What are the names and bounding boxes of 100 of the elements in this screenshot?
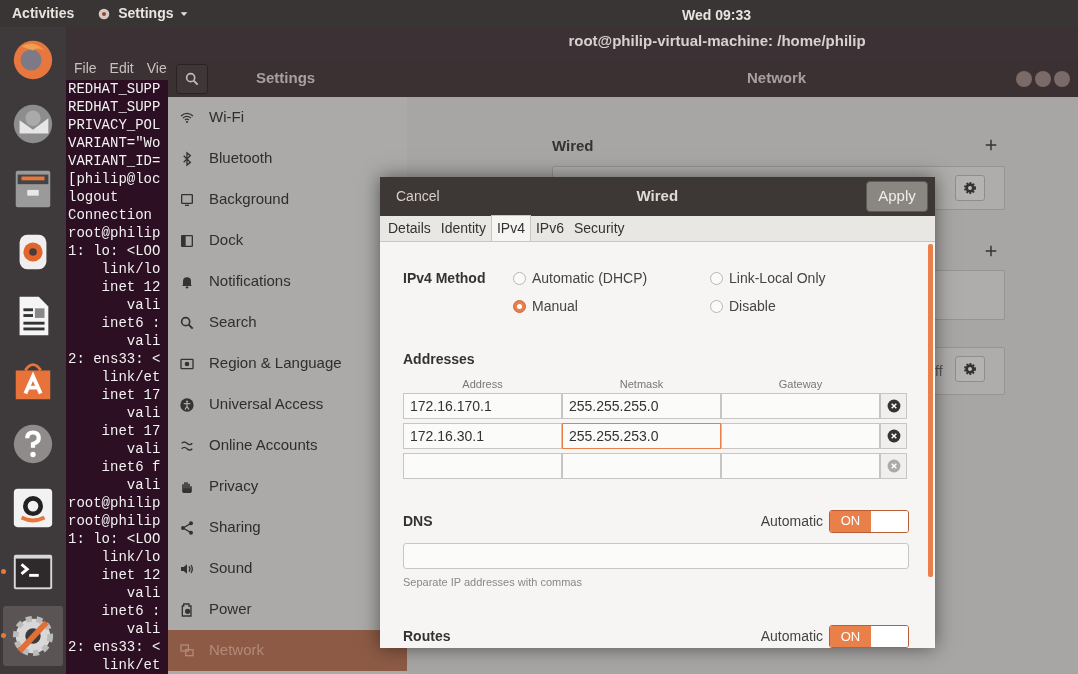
remove-button[interactable] <box>880 422 907 449</box>
input-field[interactable]: 255.255.255.0 <box>562 392 721 419</box>
sidebar-item[interactable]: Notifications <box>168 261 378 302</box>
field-label: IPv4 Method <box>403 269 487 288</box>
close-button[interactable] <box>1054 70 1070 87</box>
input-field[interactable]: 255.255.253.0 <box>562 422 721 449</box>
terminal-line: [philip@loc <box>68 170 161 188</box>
terminal-line: PRIVACY_POL <box>68 116 161 134</box>
terminal-line: vali <box>125 404 161 422</box>
input-field[interactable]: 172.16.30.1 <box>403 422 562 449</box>
close-icon <box>886 428 901 443</box>
terminal-line: inet 17 <box>100 386 161 404</box>
dialog-title: Wired <box>635 186 680 207</box>
minimize-button[interactable] <box>1016 70 1032 87</box>
tab[interactable]: IPv4 <box>490 215 531 241</box>
input-field[interactable]: 172.16.170.1 <box>403 392 562 419</box>
cancel-button[interactable]: Cancel <box>387 181 449 212</box>
settings-button[interactable] <box>955 356 985 382</box>
terminal-line: Connection <box>68 206 152 224</box>
column-header: Netmask <box>618 377 665 392</box>
tab[interactable]: Identity <box>435 215 491 241</box>
search-button[interactable] <box>176 63 208 94</box>
search-icon <box>184 70 200 87</box>
network-icon <box>179 642 195 659</box>
sidebar-item[interactable]: Background <box>168 179 378 220</box>
dock-item[interactable] <box>3 606 63 666</box>
share-icon <box>179 519 195 536</box>
terminal-line: link/lo <box>100 260 161 278</box>
maximize-button[interactable] <box>1035 70 1051 87</box>
sidebar-item[interactable]: Region & Language <box>168 343 378 384</box>
sidebar-item[interactable]: Bluetooth <box>168 138 378 179</box>
terminal-line: REDHAT_SUPP <box>68 80 161 98</box>
sidebar-item[interactable]: Sharing <box>168 507 378 548</box>
terminal-line: link/et <box>100 656 161 674</box>
terminal-line: inet6 : <box>100 314 161 332</box>
terminal-line: 1: lo: <LOO <box>68 242 161 260</box>
input-field[interactable] <box>721 422 880 449</box>
terminal-line: vali <box>125 620 161 638</box>
sidebar-item[interactable]: Search <box>168 302 378 343</box>
input-field[interactable] <box>403 542 909 569</box>
menu-item[interactable]: Edit <box>109 57 134 79</box>
remove-button[interactable] <box>880 392 907 419</box>
terminal-line: REDHAT_SUPP <box>68 98 161 116</box>
clock[interactable]: Wed 09:33 <box>682 5 751 26</box>
column-header: Address <box>461 377 504 392</box>
menu-item[interactable]: Vie <box>146 57 167 79</box>
sidebar-item[interactable]: Dock <box>168 220 378 261</box>
panel-title: Network <box>747 68 807 89</box>
terminal-line: inet 12 <box>100 566 161 584</box>
sidebar-item[interactable]: Wi-Fi <box>168 97 378 138</box>
sidebar-title: Settings <box>256 68 316 89</box>
terminal-line: link/et <box>100 368 161 386</box>
tab[interactable]: Details <box>383 215 436 241</box>
sidebar-item[interactable]: Online Accounts <box>168 425 378 466</box>
section-title: Wired <box>552 136 594 156</box>
window-title: root@philip-virtual-machine: /home/philip <box>568 31 866 52</box>
dock-icon <box>179 232 195 249</box>
terminal-line: VARIANT_ID= <box>68 152 161 170</box>
terminal-line: inet6 : <box>100 602 161 620</box>
hint-text: Separate IP addresses with commas <box>403 574 583 590</box>
input-field[interactable] <box>721 392 880 419</box>
tab[interactable]: Security <box>568 215 630 241</box>
terminal-line: vali <box>125 296 161 314</box>
search-icon <box>179 314 195 331</box>
radio-button[interactable] <box>710 272 723 285</box>
radio-option[interactable]: Link-Local Only <box>710 268 910 289</box>
terminal-line: logout <box>68 188 119 206</box>
add-icon <box>984 138 998 152</box>
app-menu[interactable]: Settings <box>96 3 190 24</box>
settings-icon <box>10 613 56 659</box>
terminal-line: inet 12 <box>100 278 161 296</box>
sidebar-item[interactable]: Power <box>168 589 378 630</box>
tab[interactable]: IPv6 <box>530 215 569 241</box>
terminal-line: vali <box>125 440 161 458</box>
sidebar-item[interactable]: Sound <box>168 548 378 589</box>
terminal-line: vali <box>125 332 161 350</box>
activities-button[interactable]: Activities <box>12 3 75 24</box>
field-label: Automatic <box>760 627 823 646</box>
column-header: Gateway <box>777 377 824 392</box>
terminal-line: vali <box>125 584 161 602</box>
section-title: DNS <box>403 511 433 531</box>
radio-button[interactable] <box>513 300 526 313</box>
settings-button[interactable] <box>955 175 985 201</box>
scrollbar[interactable] <box>928 244 933 577</box>
sidebar-item[interactable]: Privacy <box>168 466 378 507</box>
radio-button[interactable] <box>513 272 526 285</box>
radio-option[interactable]: Manual <box>513 296 710 317</box>
field-label: Automatic <box>760 511 823 531</box>
monitor-icon <box>179 191 195 208</box>
terminal-line: root@philip <box>68 512 161 530</box>
terminal-line: 2: ens33: < <box>68 638 161 656</box>
menu-item[interactable]: File <box>74 57 97 79</box>
terminal-line: 1: lo: <LOO <box>68 530 161 548</box>
radio-option[interactable]: Disable <box>710 296 910 317</box>
battery-icon <box>179 601 195 618</box>
terminal-line: inet6 f <box>100 458 161 476</box>
sidebar-item[interactable]: Universal Access <box>168 384 378 425</box>
radio-option[interactable]: Automatic (DHCP) <box>513 268 710 289</box>
radio-button[interactable] <box>710 300 723 313</box>
terminal-line: link/lo <box>100 548 161 566</box>
